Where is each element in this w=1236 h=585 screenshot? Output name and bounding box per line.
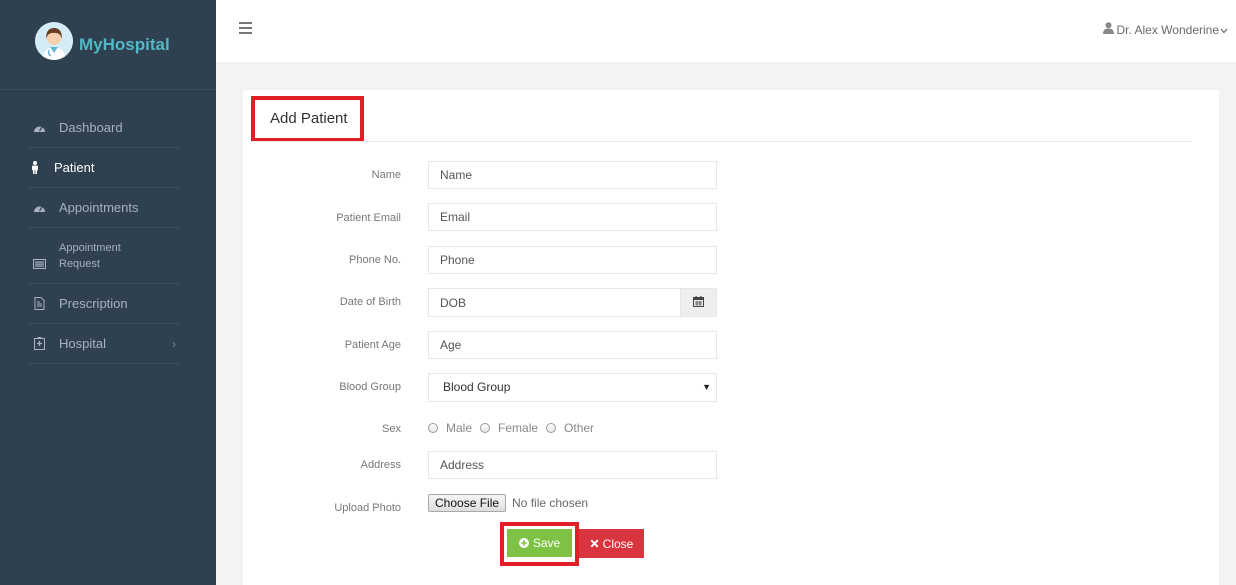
radio-label: Other — [564, 421, 595, 435]
sidebar-item-dashboard[interactable]: Dashboard — [28, 108, 180, 148]
sidebar-item-label: Prescription — [59, 296, 128, 311]
brand-name: MyHospital — [79, 35, 170, 54]
sidebar-item-label: Appointment Request — [59, 240, 121, 272]
save-button[interactable]: Save — [507, 529, 572, 557]
phone-input[interactable] — [428, 246, 717, 274]
dashboard-icon — [32, 201, 46, 215]
doctor-avatar-icon — [35, 22, 73, 60]
dashboard-icon — [32, 121, 46, 135]
address-input[interactable] — [428, 451, 717, 479]
age-input[interactable] — [428, 331, 717, 359]
radio-icon — [480, 423, 491, 433]
sidebar-item-appointments[interactable]: Appointments — [28, 188, 180, 228]
dropdown-arrow-icon: ▼ — [702, 382, 711, 392]
radio-label: Male — [446, 421, 473, 435]
blood-group-selected: Blood Group — [443, 380, 511, 394]
sidebar-item-label: Dashboard — [59, 120, 123, 135]
user-icon — [1102, 22, 1114, 37]
email-label: Patient Email — [336, 212, 401, 224]
close-button[interactable]: Close — [579, 529, 644, 558]
radio-icon — [546, 423, 557, 433]
dob-label: Date of Birth — [339, 296, 401, 308]
age-label: Patient Age — [344, 339, 401, 351]
sidebar-item-label: Patient — [54, 160, 95, 175]
address-label: Address — [360, 459, 401, 471]
chevron-down-icon — [1220, 23, 1228, 37]
sidebar-item-label-line1: Appointment — [59, 241, 121, 254]
save-button-label: Save — [532, 536, 561, 550]
sex-label: Sex — [382, 423, 401, 435]
dob-input[interactable] — [428, 288, 681, 317]
user-menu[interactable]: Dr. Alex Wonderine — [1102, 22, 1229, 37]
email-input[interactable] — [428, 203, 717, 231]
sidebar: MyHospital Dashboard Patient Appointment… — [0, 0, 216, 585]
hamburger-icon[interactable] — [239, 22, 252, 34]
user-name: Dr. Alex Wonderine — [1116, 22, 1220, 37]
radio-label: Female — [498, 421, 539, 435]
radio-icon — [428, 423, 438, 433]
sex-radio-other[interactable]: Other — [546, 421, 594, 435]
sidebar-item-prescription[interactable]: Prescription — [28, 284, 180, 324]
sex-radio-male[interactable]: Male — [428, 421, 472, 435]
phone-label: Phone No. — [349, 254, 401, 266]
person-icon — [28, 161, 42, 175]
calendar-button[interactable] — [680, 288, 717, 317]
sidebar-item-label: Hospital — [59, 336, 106, 351]
file-icon — [32, 297, 46, 311]
upload-photo-label: Upload Photo — [334, 502, 401, 514]
close-button-label: Close — [602, 536, 634, 551]
sidebar-item-label-line2: Request — [59, 257, 100, 270]
calendar-icon — [693, 295, 704, 310]
close-icon — [590, 539, 599, 548]
topbar: Dr. Alex Wonderine — [216, 0, 1236, 62]
list-icon — [32, 257, 46, 271]
sidebar-item-appointment-request[interactable]: Appointment Request — [28, 228, 180, 284]
hospital-icon — [32, 337, 46, 351]
sex-radio-female[interactable]: Female — [480, 421, 538, 435]
brand[interactable]: MyHospital — [0, 0, 216, 90]
sidebar-item-patient[interactable]: Patient — [28, 148, 180, 188]
sex-radio-group: Male Female Other — [428, 421, 602, 435]
file-status: No file chosen — [512, 496, 589, 510]
name-input[interactable] — [428, 161, 717, 189]
plus-circle-icon — [518, 538, 529, 548]
sidebar-item-label: Appointments — [59, 200, 139, 215]
divider — [251, 141, 1192, 142]
blood-group-label: Blood Group — [339, 381, 401, 393]
chevron-right-icon: › — [172, 336, 176, 351]
blood-group-select[interactable]: Blood Group ▼ — [428, 373, 717, 402]
sidebar-item-hospital[interactable]: Hospital › — [28, 324, 180, 364]
name-label: Name — [371, 169, 401, 181]
choose-file-button[interactable]: Choose File — [428, 494, 507, 512]
sidebar-nav: Dashboard Patient Appointments Appointme… — [28, 108, 180, 364]
page-title: Add Patient — [251, 96, 364, 142]
file-upload: Choose File No file chosen — [428, 494, 588, 512]
